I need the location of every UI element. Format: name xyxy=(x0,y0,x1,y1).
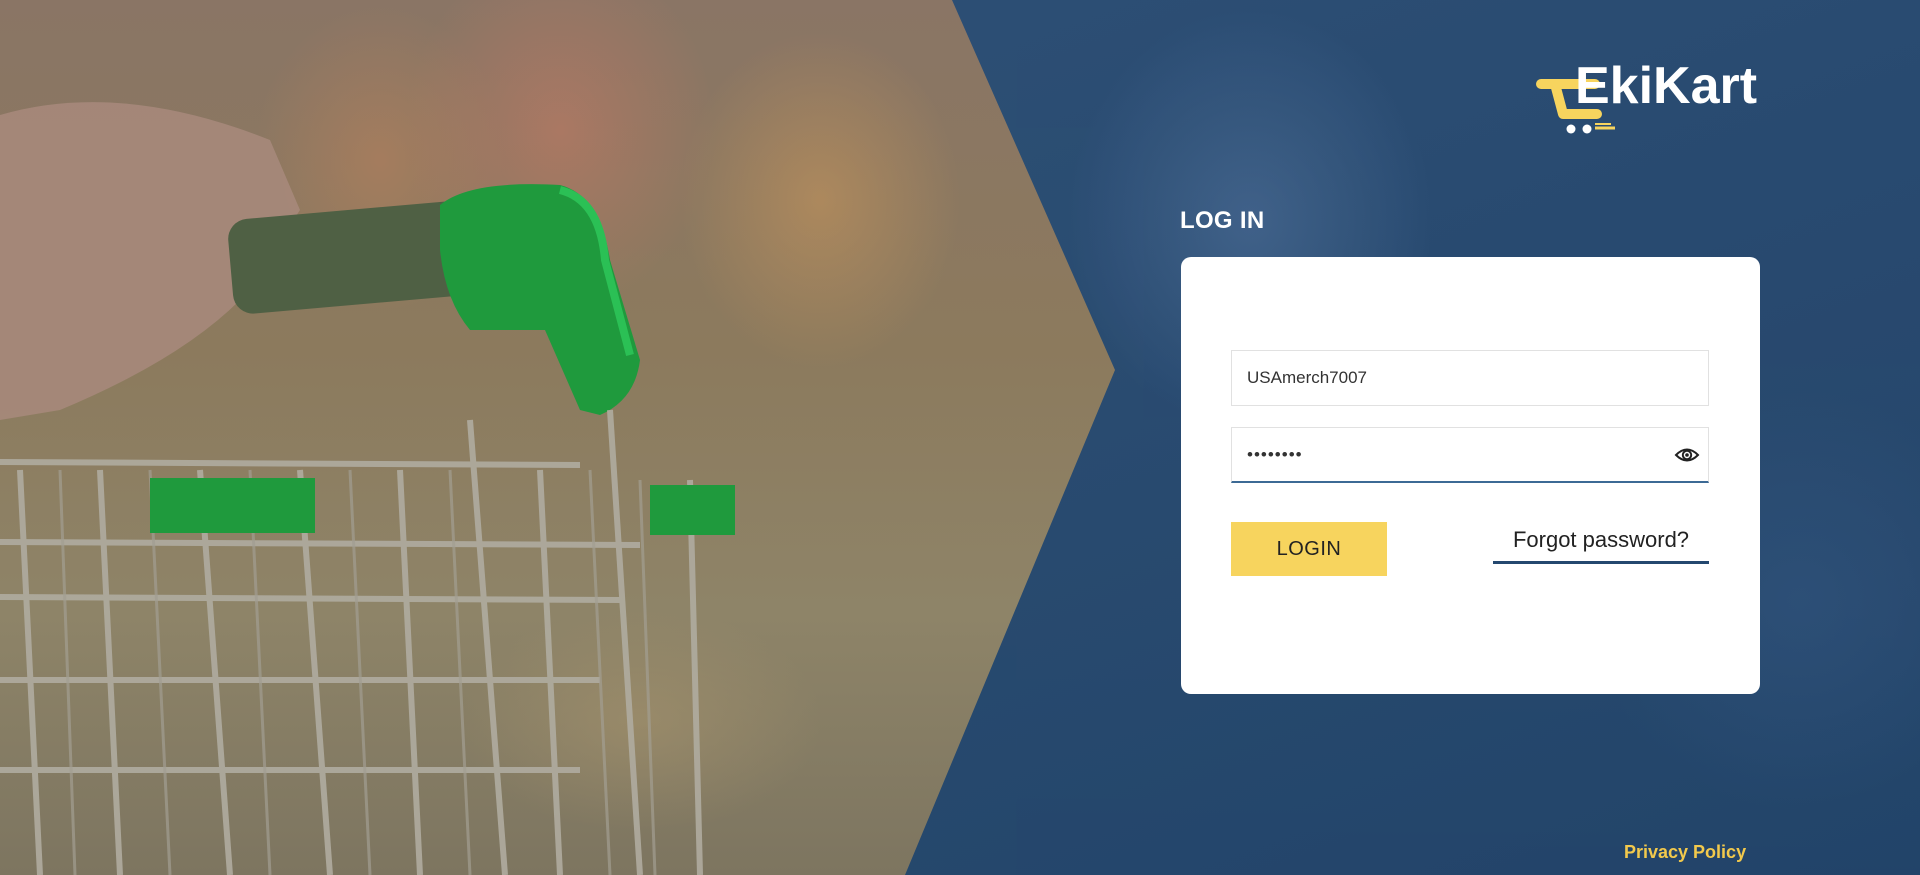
brand-name: EkiKart xyxy=(1575,57,1758,115)
username-input[interactable] xyxy=(1247,351,1667,405)
forgot-password-link[interactable]: Forgot password? xyxy=(1493,525,1709,564)
privacy-policy-link[interactable]: Privacy Policy xyxy=(1624,842,1746,863)
username-field[interactable] xyxy=(1231,350,1709,406)
login-button[interactable]: LOGIN xyxy=(1231,522,1387,576)
eye-icon[interactable] xyxy=(1674,442,1700,468)
login-card: LOGIN Forgot password? xyxy=(1181,257,1760,694)
page-title: LOG IN xyxy=(1180,207,1265,234)
password-input[interactable] xyxy=(1247,428,1667,482)
password-field[interactable] xyxy=(1231,427,1709,483)
brand-logo: EkiKart xyxy=(1535,57,1765,138)
